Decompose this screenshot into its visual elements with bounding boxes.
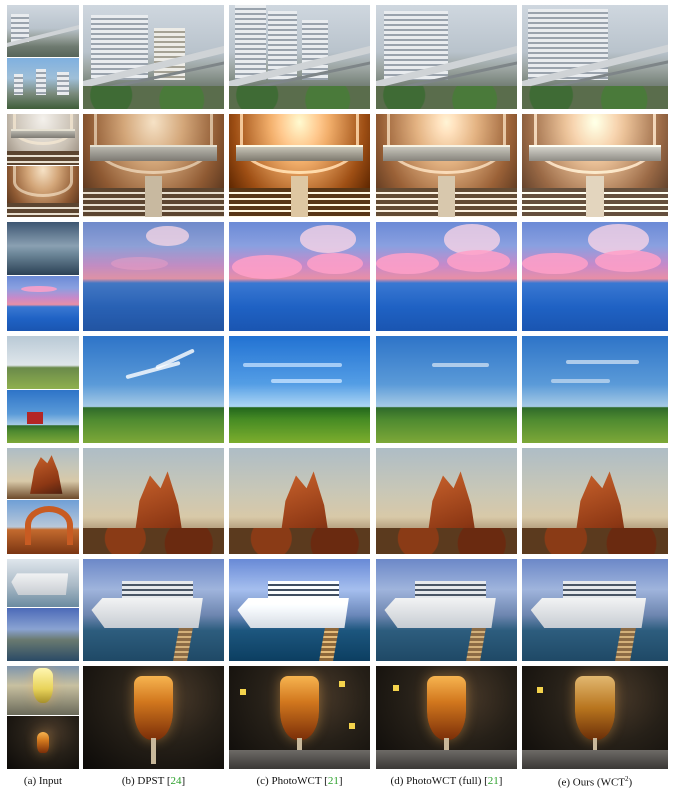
input-style-image [7,608,79,661]
input-content-image [7,448,79,499]
input-content-image [7,222,79,275]
result-ours-sea [522,222,668,331]
caption-ours-close: ) [628,776,633,789]
caption-input: (a) Input [7,775,79,787]
result-ours-rock [522,448,668,554]
caption-photowct-ref[interactable]: 21 [328,775,339,787]
input-style-image [7,276,79,331]
result-photowct-full-glass [376,666,517,769]
result-ours-meadow [522,336,668,443]
input-content-image [7,336,79,389]
input-pair-ship [7,559,79,661]
result-photowct-full-city [376,5,517,109]
result-photowct-sea [229,222,370,331]
caption-photowct-full: (d) PhotoWCT (full) [21] [390,775,503,787]
result-ours-glass [522,666,668,769]
row-church [7,114,668,217]
caption-ours-label: (e) Ours (WCT [557,776,626,789]
result-dpst-ship [83,559,224,661]
caption-photowct-label: (c) PhotoWCT [256,775,322,787]
caption-photowct-full-ref[interactable]: 21 [488,775,499,787]
result-ours-ship [522,559,668,661]
result-photowct-ship [229,559,370,661]
caption-dpst-label: (b) DPST [121,775,165,787]
caption-photowct: (c) PhotoWCT [21] [256,775,343,787]
result-dpst-city [83,5,224,109]
result-photowct-church [229,114,370,217]
row-sea [7,222,668,331]
input-content-image [7,5,79,57]
input-pair-meadow [7,336,79,443]
result-photowct-glass [229,666,370,769]
input-style-image [7,500,79,554]
input-style-image [7,390,79,443]
result-dpst-glass [83,666,224,769]
result-dpst-rock [83,448,224,554]
result-ours-city [522,5,668,109]
result-photowct-full-sea [376,222,517,331]
input-style-image [7,166,79,217]
result-photowct-full-church [376,114,517,217]
row-glass [7,666,668,769]
caption-dpst-ref[interactable]: 24 [171,775,182,787]
input-style-image [7,716,79,769]
row-city [7,5,668,109]
result-dpst-meadow [83,336,224,443]
row-ship [7,559,668,661]
caption-ours: (e) Ours (WCT2) [522,775,668,789]
row-rock [7,448,668,554]
result-photowct-meadow [229,336,370,443]
result-dpst-church [83,114,224,217]
caption-photowct-full-label: (d) PhotoWCT (full) [390,775,482,787]
input-content-image [7,559,79,607]
input-pair-city [7,5,79,109]
result-ours-church [522,114,668,217]
caption-dpst: (b) DPST [24] [121,775,186,787]
input-content-image [7,114,79,165]
row-meadow [7,336,668,443]
input-content-image [7,666,79,715]
input-pair-sea [7,222,79,331]
input-pair-rock [7,448,79,554]
result-photowct-full-ship [376,559,517,661]
result-photowct-full-rock [376,448,517,554]
result-photowct-rock [229,448,370,554]
input-pair-glass [7,666,79,769]
result-photowct-city [229,5,370,109]
caption-input-label: (a) Input [23,775,63,787]
result-photowct-full-meadow [376,336,517,443]
input-pair-church [7,114,79,217]
input-style-image [7,58,79,109]
result-dpst-sea [83,222,224,331]
